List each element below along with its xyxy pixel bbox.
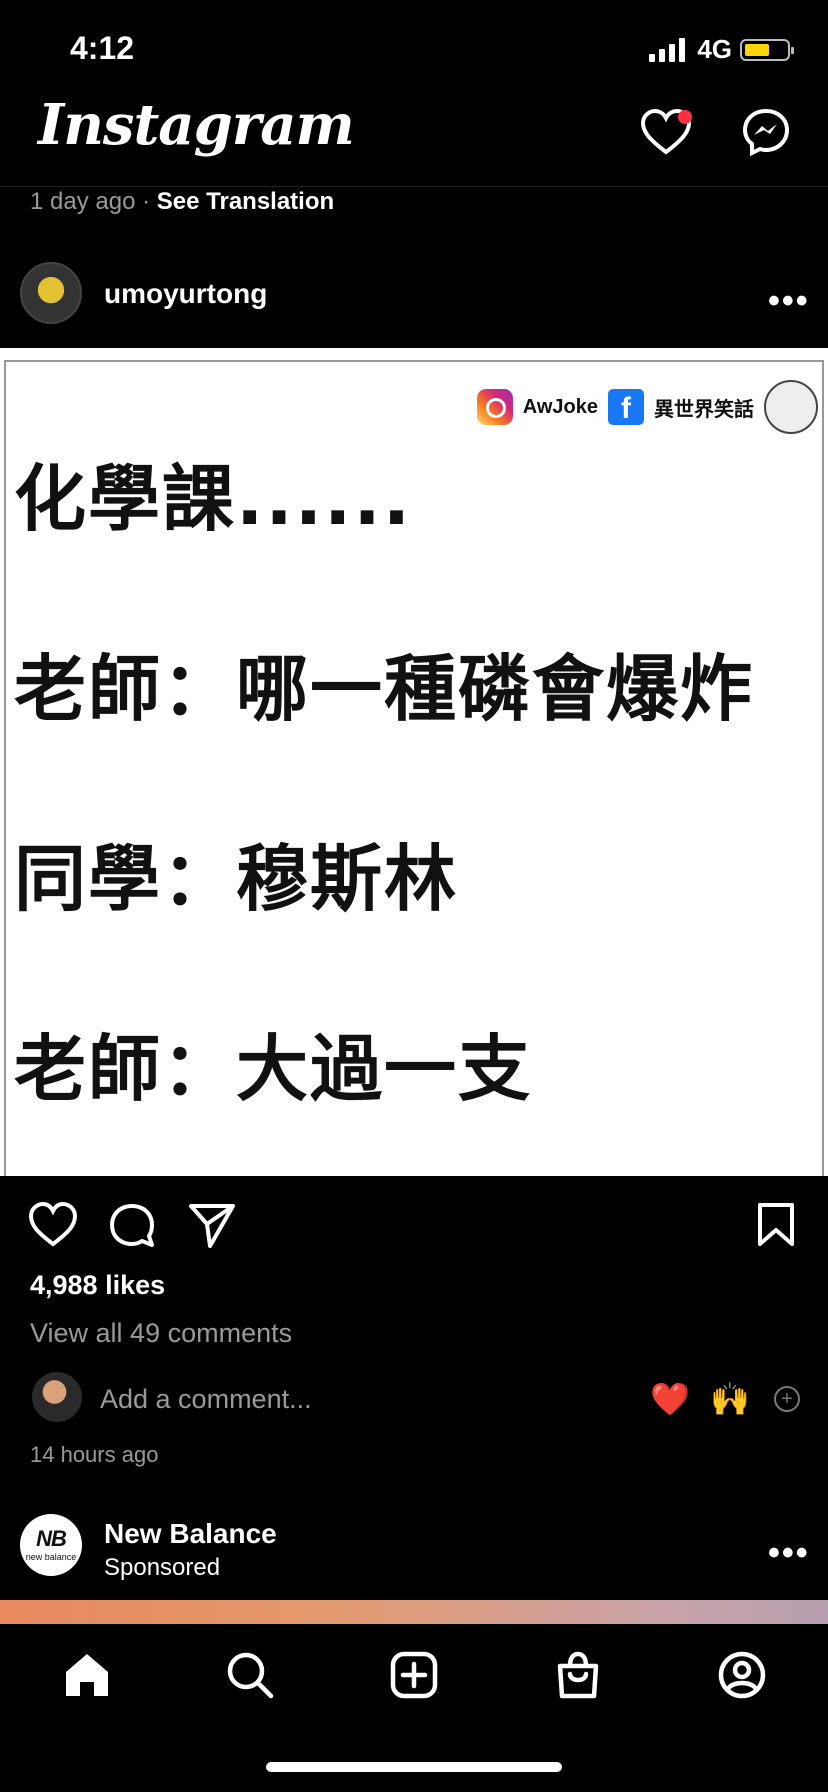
- messenger-icon[interactable]: [742, 108, 790, 156]
- instagram-mini-icon: [476, 389, 513, 425]
- battery-icon: [740, 38, 794, 61]
- network-type: 4G: [697, 34, 732, 64]
- sponsor-more-icon[interactable]: •••: [768, 1534, 810, 1573]
- like-heart-icon[interactable]: [28, 1202, 78, 1248]
- sponsor-avatar-subtext: new balance: [25, 1552, 77, 1562]
- joke-line-4: 老師：大過一支: [14, 1027, 533, 1111]
- previous-post-age: 1 day ago: [30, 188, 136, 215]
- sponsor-avatar[interactable]: NB new balance: [20, 1514, 82, 1576]
- facebook-mini-icon: f: [608, 389, 644, 425]
- profile-icon[interactable]: [717, 1650, 767, 1700]
- header-divider: [0, 186, 828, 187]
- status-indicators: 4G: [649, 34, 794, 65]
- shop-icon[interactable]: [553, 1650, 603, 1700]
- previous-post-meta: 1 day ago · See Translation: [30, 188, 334, 216]
- view-all-comments-link[interactable]: View all 49 comments: [30, 1318, 292, 1349]
- post-username[interactable]: umoyurtong: [104, 278, 267, 310]
- sponsor-avatar-logo: NB: [36, 1526, 67, 1551]
- status-time: 4:12: [70, 30, 135, 66]
- watermark-ig-handle: AwJoke: [522, 395, 598, 418]
- notification-dot: [678, 110, 692, 124]
- quick-emoji-heart[interactable]: ❤️: [650, 1380, 690, 1418]
- bookmark-icon[interactable]: [756, 1202, 796, 1248]
- likes-count[interactable]: 4,988 likes: [30, 1270, 165, 1301]
- sponsored-label: Sponsored: [104, 1554, 221, 1581]
- joke-line-1: 化學課......: [14, 457, 413, 541]
- search-icon[interactable]: [225, 1650, 275, 1700]
- post-timestamp: 14 hours ago: [30, 1442, 159, 1467]
- meta-separator: ·: [142, 188, 151, 215]
- quick-emoji-raised-hands[interactable]: 🙌: [710, 1380, 750, 1418]
- signal-icon: [649, 37, 686, 62]
- see-translation-link[interactable]: See Translation: [157, 188, 334, 215]
- share-icon[interactable]: [188, 1202, 236, 1248]
- post-author-avatar[interactable]: [20, 262, 82, 324]
- post-more-icon[interactable]: •••: [768, 282, 810, 321]
- add-comment-input[interactable]: Add a comment...: [100, 1384, 312, 1415]
- joke-line-2: 老師：哪一種磷會爆炸: [14, 647, 755, 731]
- home-indicator: [266, 1762, 562, 1772]
- sponsor-name[interactable]: New Balance: [104, 1518, 277, 1550]
- ad-image-preview[interactable]: [0, 1600, 828, 1624]
- instagram-logo[interactable]: Instagram: [38, 92, 355, 158]
- cat-mascot-icon: [764, 380, 818, 434]
- add-emoji-icon[interactable]: +: [774, 1386, 800, 1412]
- watermark-fb-name: 異世界笑話: [654, 398, 754, 421]
- home-icon[interactable]: [62, 1650, 112, 1700]
- watermark: AwJoke f 異世界笑話: [476, 380, 818, 434]
- comment-icon[interactable]: [108, 1202, 156, 1250]
- post-image[interactable]: AwJoke f 異世界笑話 化學課...... 老師：哪一種磷會爆炸 同學：穆…: [0, 348, 828, 1176]
- joke-line-3: 同學：穆斯林: [14, 837, 459, 921]
- current-user-avatar: [32, 1372, 82, 1422]
- create-post-icon[interactable]: [389, 1650, 439, 1700]
